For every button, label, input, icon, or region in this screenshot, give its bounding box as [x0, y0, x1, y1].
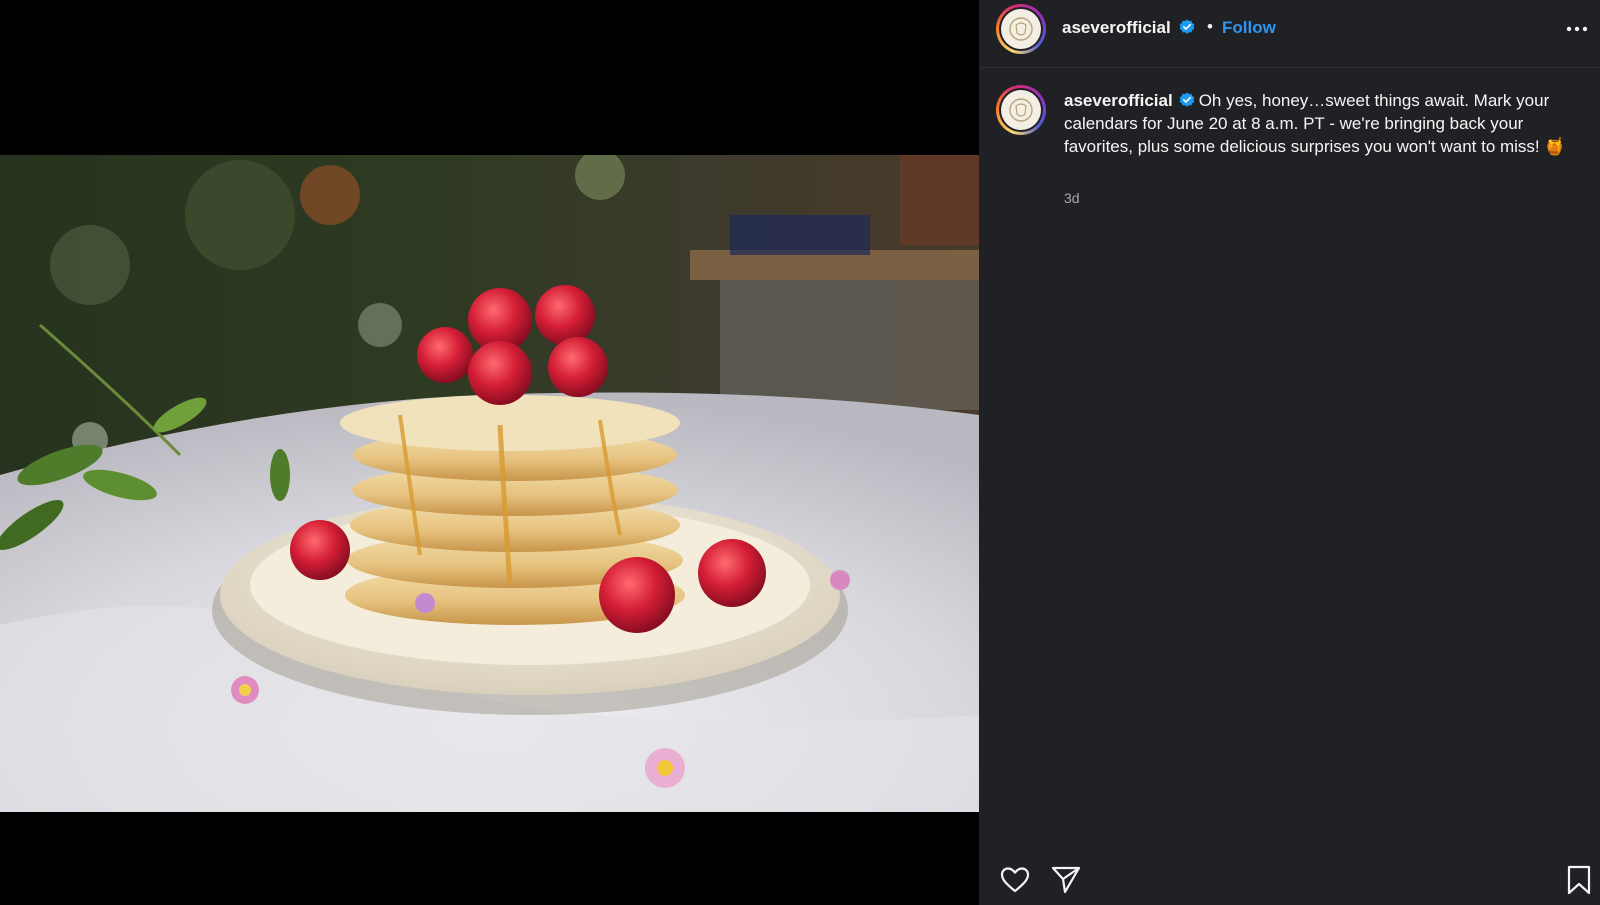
post-caption: aseverofficial Oh yes, honey…sweet thing…: [1064, 89, 1574, 158]
share-button[interactable]: [1050, 864, 1082, 896]
like-button[interactable]: [999, 864, 1031, 896]
post-side-panel: aseverofficial • Follow aseverofficial O…: [979, 0, 1600, 905]
more-horizontal-icon: [1566, 26, 1588, 32]
follow-button[interactable]: Follow: [1222, 18, 1276, 38]
heart-icon: [1000, 867, 1030, 893]
header-avatar[interactable]: [996, 4, 1046, 54]
caption-username[interactable]: aseverofficial: [1064, 91, 1173, 110]
verified-badge-icon: [1179, 92, 1194, 107]
verified-badge-icon: [1179, 19, 1195, 34]
brand-logo-icon: [1009, 98, 1033, 122]
media-pane: [0, 0, 979, 905]
bookmark-icon: [1567, 865, 1591, 895]
post-header: aseverofficial • Follow: [979, 0, 1600, 68]
header-separator: •: [1207, 17, 1213, 36]
post-timestamp[interactable]: 3d: [1064, 190, 1080, 206]
caption-avatar[interactable]: [996, 85, 1046, 135]
paper-plane-icon: [1051, 866, 1081, 894]
post-image[interactable]: [0, 155, 979, 812]
brand-logo-icon: [1009, 17, 1033, 41]
header-username-row: aseverofficial: [1062, 18, 1195, 38]
header-username[interactable]: aseverofficial: [1062, 18, 1171, 37]
action-bar: [979, 843, 1600, 905]
more-options-button[interactable]: [1563, 18, 1591, 40]
save-button[interactable]: [1563, 864, 1595, 896]
